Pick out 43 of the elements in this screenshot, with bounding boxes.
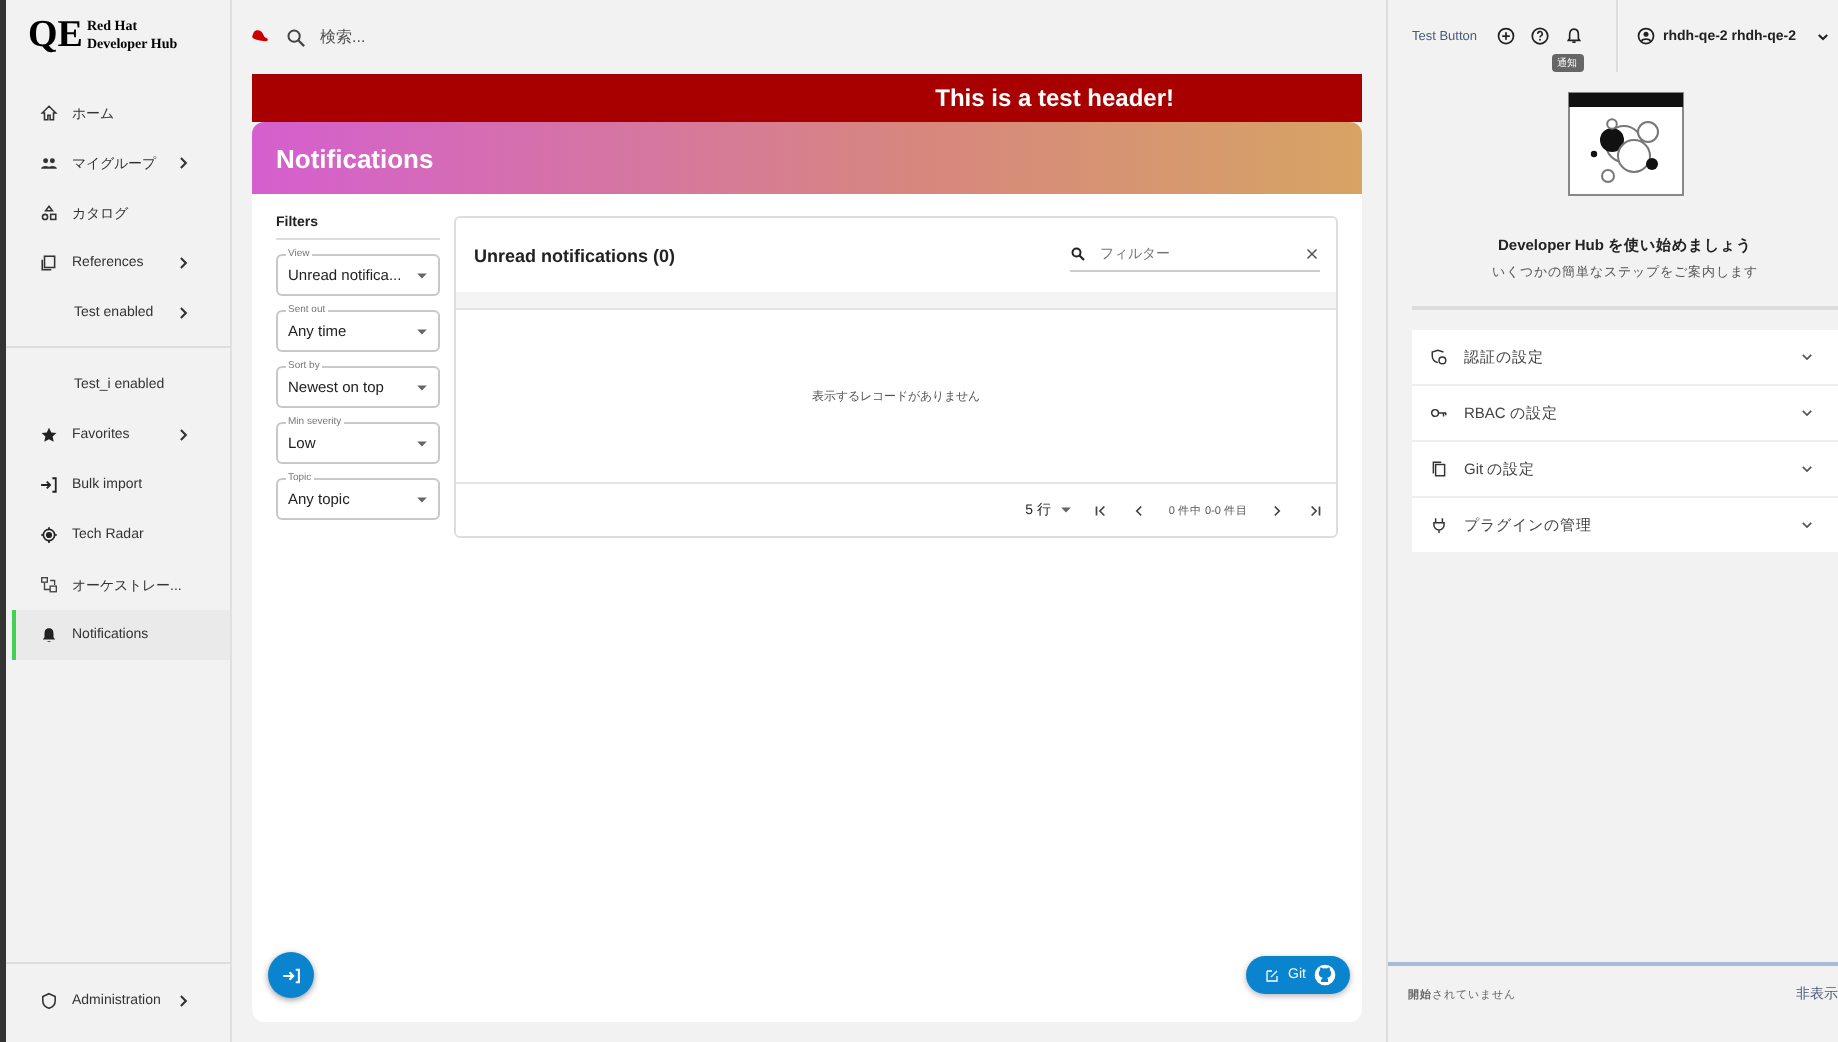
hat-logo-icon <box>248 28 270 46</box>
bell-icon[interactable] <box>1563 26 1584 46</box>
help-icon[interactable] <box>1529 26 1550 46</box>
caret-icon <box>416 383 428 391</box>
page-title: Notifications <box>276 143 434 173</box>
radar-icon <box>40 526 58 544</box>
search-icon <box>1070 246 1086 262</box>
logo-mark: QE <box>28 14 83 58</box>
search-icon <box>286 27 306 47</box>
search-field[interactable]: 検索... <box>316 26 564 48</box>
group-icon <box>40 154 58 172</box>
shield-icon <box>1430 348 1448 366</box>
import-icon <box>40 476 58 494</box>
table-title: Unread notifications (0) <box>474 245 676 265</box>
import-button[interactable] <box>268 952 314 998</box>
caret-icon <box>416 271 428 279</box>
copy-icon <box>1430 460 1448 478</box>
chevron-down-icon <box>1800 462 1814 476</box>
banner-text: This is a test header! <box>935 84 1174 112</box>
key-icon <box>1430 404 1448 422</box>
import-icon <box>281 965 301 985</box>
caret-icon <box>416 327 428 335</box>
cat-logo-icon <box>1314 964 1336 986</box>
bell-icon <box>40 626 58 644</box>
chevron-down-icon <box>1800 518 1814 532</box>
caret-icon <box>416 439 428 447</box>
illustration-drawing <box>1567 92 1683 196</box>
caret-icon <box>1060 506 1073 514</box>
edit-icon <box>1264 967 1281 983</box>
plug-icon <box>1430 516 1448 534</box>
close-icon[interactable] <box>1304 246 1320 262</box>
chevron-down-icon <box>1800 406 1814 420</box>
home-icon <box>40 104 58 122</box>
chevron-down-icon <box>1816 29 1831 43</box>
first-page-icon[interactable] <box>1092 501 1111 519</box>
add-icon[interactable] <box>1495 26 1516 46</box>
user-icon <box>1635 26 1656 46</box>
catalog-icon <box>40 204 58 222</box>
last-page-icon[interactable] <box>1306 501 1324 519</box>
star-icon <box>40 426 58 444</box>
chevron-down-icon <box>1800 350 1814 364</box>
caret-icon <box>416 495 428 503</box>
shield-icon <box>40 992 58 1010</box>
